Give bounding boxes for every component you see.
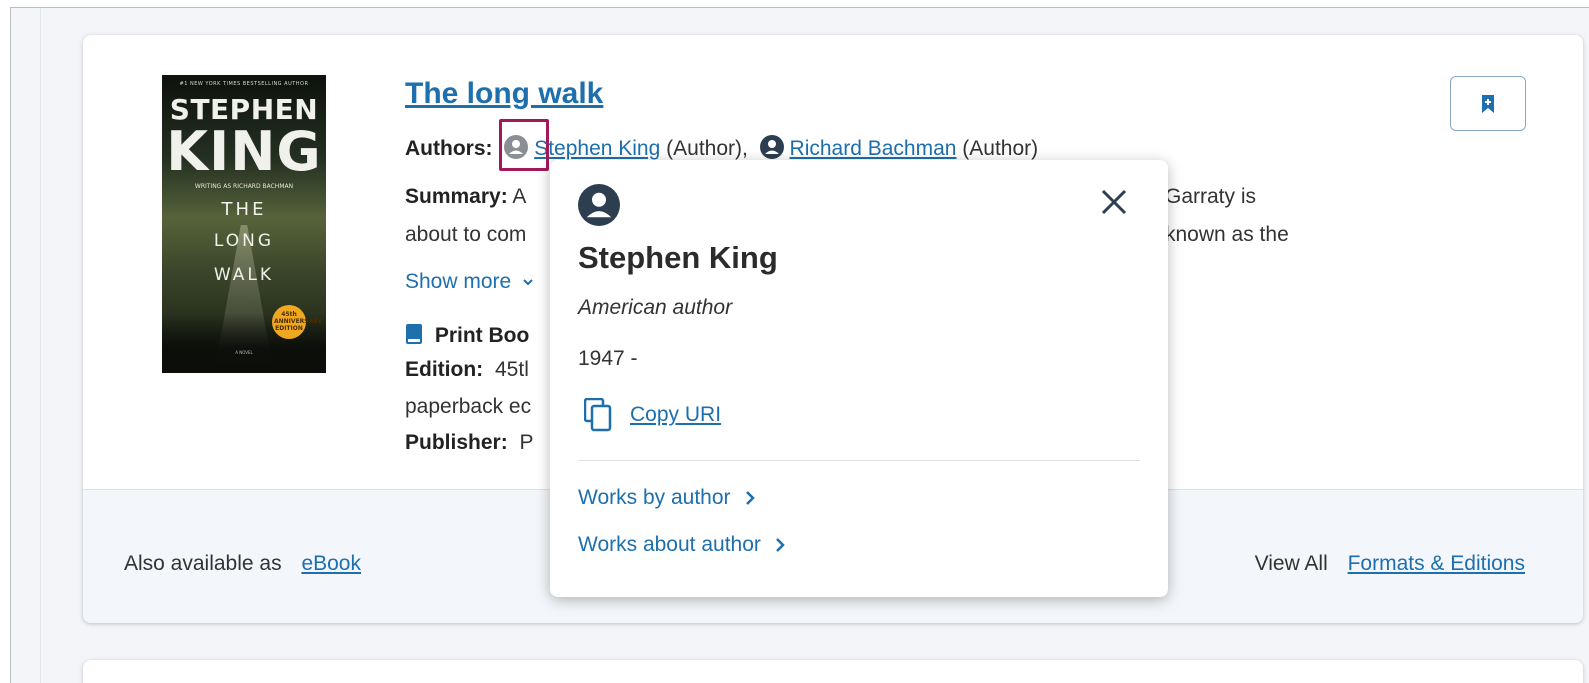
bookmark-plus-icon (1482, 94, 1494, 113)
summary-text-line2: about to com (405, 223, 527, 246)
summary-label: Summary: (405, 185, 508, 208)
popover-author-description: American author (578, 296, 733, 319)
ebook-link[interactable]: eBook (301, 552, 361, 575)
edition-value-line2: paperback ec (405, 395, 532, 418)
summary-text-right: known as the (1165, 223, 1289, 246)
cover-title-word: WALK (213, 265, 275, 285)
next-result-card (83, 660, 1583, 683)
book-cover-image[interactable]: #1 NEW YORK TIMES BESTSELLING AUTHOR STE… (162, 75, 326, 373)
publisher-label: Publisher: (405, 431, 508, 454)
copy-uri-label: Copy URI (630, 403, 722, 426)
close-icon[interactable] (1098, 186, 1130, 223)
authors-label: Authors: (405, 137, 493, 160)
book-title-link[interactable]: The long walk (405, 77, 603, 111)
chevron-down-icon (523, 279, 533, 286)
copy-uri-button[interactable]: Copy URI (584, 398, 721, 432)
works-by-author-link[interactable]: Works by author (578, 486, 757, 510)
cover-tagline: #1 NEW YORK TIMES BESTSELLING AUTHOR (179, 81, 309, 87)
copy-icon (584, 398, 612, 432)
cover-novel-label: A NOVEL (235, 350, 253, 355)
works-about-author-label: Works about author (578, 533, 761, 556)
focus-highlight-box (499, 119, 549, 171)
view-all: View All Formats & Editions (1255, 552, 1525, 576)
works-about-author-link[interactable]: Works about author (578, 533, 787, 557)
edition-value: 45tl (495, 358, 529, 381)
summary-text-right: Garraty is (1165, 185, 1257, 208)
cover-anniversary-badge: 45th ANNIVERSARY EDITION (272, 305, 322, 339)
summary-text: A (512, 185, 527, 208)
publisher-value: P (519, 431, 534, 454)
book-icon (406, 324, 422, 344)
format-label: Print Boo (434, 324, 530, 347)
summary-line: Summary: A (405, 185, 526, 209)
author-link-stephen-king[interactable]: Stephen King (534, 137, 660, 160)
author-role: (Author), (666, 137, 748, 160)
edition-label: Edition: (405, 358, 484, 381)
formats-editions-link[interactable]: Formats & Editions (1348, 552, 1525, 575)
cover-author-last: KING (166, 120, 322, 183)
also-available: Also available as eBook (124, 552, 361, 576)
show-more-button[interactable]: Show more (405, 270, 535, 294)
publisher-line: Publisher: P (405, 431, 534, 455)
left-rule (40, 8, 41, 683)
save-bookmark-button[interactable] (1450, 76, 1526, 131)
format-line: Print Boo (405, 323, 529, 348)
person-icon (578, 184, 620, 231)
view-all-label: View All (1254, 552, 1328, 575)
popover-author-name: Stephen King (578, 240, 778, 275)
also-available-label: Also available as (124, 552, 282, 575)
popover-author-years: 1947 - (578, 347, 638, 370)
author-link-richard-bachman[interactable]: Richard Bachman (790, 137, 957, 160)
author-popover: Stephen King American author 1947 - Copy… (550, 160, 1168, 597)
show-more-label: Show more (405, 270, 512, 293)
chevron-right-icon (745, 491, 755, 505)
author-role: (Author) (962, 137, 1039, 160)
cover-title-word: THE (221, 199, 267, 220)
chevron-right-icon (776, 538, 785, 552)
cover-writing-as: WRITING AS RICHARD BACHMAN (194, 183, 294, 190)
popover-divider (578, 460, 1140, 461)
edition-line: Edition: 45tl (405, 358, 529, 382)
cover-title-word: LONG (213, 231, 275, 251)
works-by-author-label: Works by author (578, 486, 731, 509)
